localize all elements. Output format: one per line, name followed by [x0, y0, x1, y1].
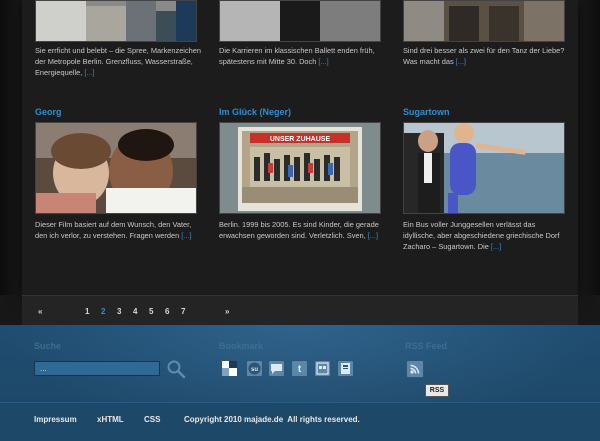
- post-excerpt: Sind drei besser als zwei für den Tanz d…: [403, 46, 565, 66]
- post-thumbnail[interactable]: UNSER ZUHAUSE: [219, 122, 381, 214]
- footer-link-impressum[interactable]: Impressum: [34, 415, 77, 424]
- search-heading: Suche: [34, 341, 62, 351]
- post-title-link[interactable]: Sugartown: [403, 107, 450, 117]
- comment-bubble-icon[interactable]: [268, 360, 285, 377]
- svg-text:su: su: [251, 367, 258, 373]
- post-thumbnail[interactable]: [403, 122, 565, 214]
- rss-feed-icon[interactable]: [406, 360, 424, 378]
- post-thumbnail[interactable]: [403, 0, 565, 42]
- post-excerpt: Ein Bus voller Junggesellen verlässt das…: [403, 220, 560, 251]
- pagination-next[interactable]: »: [225, 307, 229, 316]
- page-link[interactable]: 3: [117, 307, 121, 316]
- footer-link-xhtml[interactable]: xHTML: [97, 415, 124, 424]
- rss-heading: RSS Feed: [405, 341, 448, 351]
- page-link[interactable]: 4: [133, 307, 137, 316]
- read-more-link[interactable]: [...]: [318, 57, 328, 66]
- twitter-icon[interactable]: t: [291, 360, 308, 377]
- post-excerpt: Dieser Film basiert auf dem Wunsch, den …: [35, 220, 192, 240]
- pagination-prev[interactable]: «: [38, 307, 42, 316]
- bookmark-heading: Bookmark: [219, 341, 264, 351]
- delicious-icon[interactable]: [221, 360, 238, 377]
- page-link[interactable]: 6: [165, 307, 169, 316]
- footer-link-css[interactable]: CSS: [144, 415, 160, 424]
- post-title-link[interactable]: Im Glück (Neger): [219, 107, 291, 117]
- sign-text: UNSER ZUHAUSE: [270, 136, 331, 143]
- page-link[interactable]: 7: [181, 307, 185, 316]
- read-more-link[interactable]: [...]: [181, 231, 191, 240]
- post-title-link[interactable]: Georg: [35, 107, 62, 117]
- read-more-link[interactable]: [...]: [368, 231, 378, 240]
- post-thumbnail[interactable]: [35, 122, 197, 214]
- read-more-link[interactable]: [...]: [84, 68, 94, 77]
- page-link[interactable]: 1: [85, 307, 89, 316]
- page-current: 2: [101, 307, 106, 316]
- post-excerpt: Sie errficht und belebt – die Spree, Mar…: [35, 46, 201, 77]
- digg-icon[interactable]: [314, 360, 331, 377]
- search-input[interactable]: ...: [34, 361, 160, 376]
- pagination: « 1 2 3 4 5 6 7 »: [22, 295, 578, 326]
- rss-tooltip: RSS: [425, 384, 449, 397]
- read-more-link[interactable]: [...]: [456, 57, 466, 66]
- post-thumbnail[interactable]: [219, 0, 381, 42]
- read-more-link[interactable]: [...]: [491, 242, 501, 251]
- post-excerpt: Berlin. 1999 bis 2005. Es sind Kinder, d…: [219, 220, 379, 240]
- post-excerpt: Die Karrieren im klassischen Ballett end…: [219, 46, 375, 66]
- bookmark-icon[interactable]: [337, 360, 354, 377]
- stumbleupon-icon[interactable]: su: [246, 360, 263, 377]
- page-link[interactable]: 5: [149, 307, 153, 316]
- search-icon[interactable]: [166, 359, 186, 379]
- svg-text:t: t: [298, 364, 302, 375]
- copyright-text: Copyright 2010 majade.de All rights rese…: [184, 415, 360, 424]
- post-thumbnail[interactable]: [35, 0, 197, 42]
